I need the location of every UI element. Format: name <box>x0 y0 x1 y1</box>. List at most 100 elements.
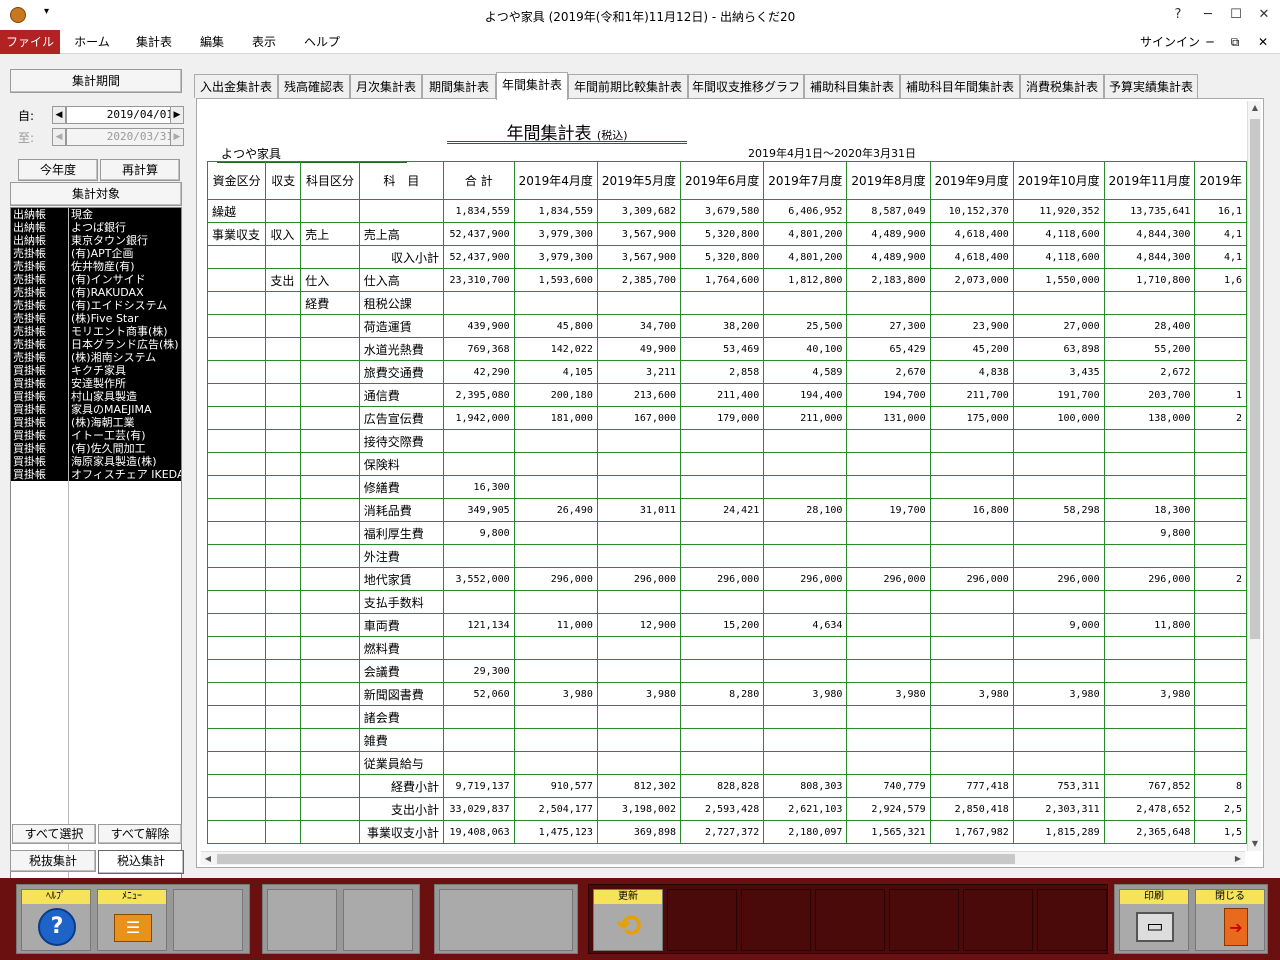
list-item[interactable]: 買掛帳 村山家具製造 <box>11 390 181 403</box>
print-fkey-button[interactable]: 印刷 ▭ <box>1119 889 1189 951</box>
close-fkey-button[interactable]: 閉じる ➔ <box>1195 889 1265 951</box>
target-button[interactable]: 集計対象 <box>10 182 182 206</box>
report-tab[interactable]: 期間集計表 <box>422 74 496 98</box>
report-tab[interactable]: 入出金集計表 <box>194 74 278 98</box>
ribbon-minimize-icon[interactable]: ─ <box>1200 30 1220 54</box>
tab-edit[interactable]: 編集 <box>190 30 234 54</box>
from-next-arrow-icon[interactable]: ▶ <box>170 106 184 124</box>
list-item[interactable]: 出納帳 よつば銀行 <box>11 221 181 234</box>
tab-home[interactable]: ホーム <box>66 30 118 54</box>
report-tab[interactable]: 消費税集計表 <box>1020 74 1104 98</box>
list-item[interactable]: 売掛帳 モリエント商事(株) <box>11 325 181 338</box>
to-next-arrow-icon[interactable]: ▶ <box>170 128 184 146</box>
income-expense-cell <box>265 383 302 407</box>
list-item[interactable]: 売掛帳 (有)APT企画 <box>11 247 181 260</box>
refresh-fkey-button[interactable]: 更新 ⟲ <box>593 889 663 951</box>
list-item[interactable]: 売掛帳 (株)Five Star <box>11 312 181 325</box>
month-value-cell: 6,406,952 <box>763 199 848 223</box>
to-prev-arrow-icon[interactable]: ◀ <box>52 128 66 146</box>
ribbon-tabs: ファイル ホーム 集計表 編集 表示 ヘルプ サインイン ─ ⧉ ✕ <box>0 30 1280 54</box>
month-value-cell <box>1194 705 1247 729</box>
horizontal-scrollbar[interactable]: ◀ ▶ <box>201 851 1245 865</box>
scroll-up-icon[interactable]: ▲ <box>1248 101 1262 115</box>
list-item[interactable]: 売掛帳 佐井物産(有) <box>11 260 181 273</box>
target-book-type: 買掛帳 <box>13 442 46 455</box>
signin-link[interactable]: サインイン <box>1140 30 1200 54</box>
scroll-right-icon[interactable]: ▶ <box>1231 852 1245 866</box>
report-tab[interactable]: 月次集計表 <box>350 74 422 98</box>
list-item[interactable]: 買掛帳 キクチ家具 <box>11 364 181 377</box>
close-window-button[interactable]: ✕ <box>1246 0 1280 30</box>
scroll-down-icon[interactable]: ▼ <box>1248 837 1262 851</box>
vertical-scroll-thumb[interactable] <box>1250 119 1260 639</box>
table-row: 保険料 <box>207 452 1247 476</box>
month-value-cell: 2,365,648 <box>1103 820 1196 844</box>
list-item[interactable]: 買掛帳 海原家具製造(株) <box>11 455 181 468</box>
month-value-cell <box>680 590 765 614</box>
month-value-cell <box>846 521 931 545</box>
month-value-cell: 15,200 <box>680 613 765 637</box>
select-all-button[interactable]: すべて選択 <box>12 824 96 844</box>
list-item[interactable]: 買掛帳 (株)海朝工業 <box>11 416 181 429</box>
tax-included-button[interactable]: 税込集計 <box>98 850 184 874</box>
deselect-all-button[interactable]: すべて解除 <box>98 824 182 844</box>
month-value-cell <box>1103 751 1196 775</box>
account-category-cell <box>300 383 360 407</box>
month-value-cell <box>680 291 765 315</box>
tab-summary[interactable]: 集計表 <box>126 30 182 54</box>
vertical-scrollbar[interactable]: ▲ ▼ <box>1247 101 1261 851</box>
tab-file[interactable]: ファイル <box>0 30 60 54</box>
target-list[interactable]: 出納帳 現金 出納帳 よつば銀行 出納帳 東京タウン銀行 売掛帳 (有)APT企画 売掛帳 佐井物… <box>10 207 182 887</box>
account-cell: 修繕費 <box>358 475 444 499</box>
tab-help[interactable]: ヘルプ <box>296 30 348 54</box>
list-item[interactable]: 出納帳 現金 <box>11 208 181 221</box>
list-item[interactable]: 買掛帳 家具のMAEJIMA <box>11 403 181 416</box>
to-date-field[interactable]: 2020/03/31 <box>66 128 178 146</box>
fkey-group-3 <box>434 884 578 954</box>
list-item[interactable]: 売掛帳 (有)エイドシステム <box>11 299 181 312</box>
report-tab[interactable]: 年間前期比較集計表 <box>568 74 688 98</box>
report-tab[interactable]: 予算実績集計表 <box>1104 74 1198 98</box>
period-button[interactable]: 集計期間 <box>10 69 182 93</box>
month-value-cell: 194,700 <box>846 383 931 407</box>
report-tab[interactable]: 残高確認表 <box>278 74 350 98</box>
ribbon-restore-icon[interactable]: ⧉ <box>1224 30 1246 54</box>
list-item[interactable]: 売掛帳 日本グランド広告(株) <box>11 338 181 351</box>
total-cell: 769,368 <box>442 337 515 361</box>
month-value-cell: 3,980 <box>513 682 598 706</box>
printer-icon: ▭ <box>1136 912 1174 942</box>
list-item[interactable]: 買掛帳 安達製作所 <box>11 377 181 390</box>
list-item[interactable]: 売掛帳 (有)RAKUDAX <box>11 286 181 299</box>
report-tab[interactable]: 補助科目集計表 <box>804 74 900 98</box>
account-category-cell <box>300 429 360 453</box>
list-item[interactable]: 売掛帳 (株)湘南システム <box>11 351 181 364</box>
list-item[interactable]: 売掛帳 (有)インサイド <box>11 273 181 286</box>
month-value-cell: 2,478,652 <box>1103 797 1196 821</box>
report-tab[interactable]: 年間収支推移グラフ <box>688 74 804 98</box>
recalc-button[interactable]: 再計算 <box>100 159 180 181</box>
report-tab[interactable]: 年間集計表 <box>496 72 568 100</box>
to-label: 至: <box>18 131 35 145</box>
ribbon-close-icon[interactable]: ✕ <box>1252 30 1274 54</box>
account-category-cell <box>300 452 360 476</box>
scroll-left-icon[interactable]: ◀ <box>201 852 215 866</box>
report-tab[interactable]: 補助科目年間集計表 <box>900 74 1020 98</box>
list-item[interactable]: 買掛帳 (有)佐久間加工 <box>11 442 181 455</box>
month-value-cell <box>596 521 682 545</box>
month-value-cell: 4,489,900 <box>846 245 931 269</box>
horizontal-scroll-thumb[interactable] <box>217 854 1015 864</box>
list-item[interactable]: 買掛帳 オフィスチェア IKEDA <box>11 468 181 481</box>
list-item[interactable]: 買掛帳 イトー工芸(有) <box>11 429 181 442</box>
from-prev-arrow-icon[interactable]: ◀ <box>52 106 66 124</box>
from-date-field[interactable]: 2019/04/01 <box>66 106 178 124</box>
month-value-cell <box>513 659 598 683</box>
menu-fkey-button[interactable]: ﾒﾆｭｰ ☰ <box>97 889 167 951</box>
tax-excluded-button[interactable]: 税抜集計 <box>10 850 96 872</box>
month-value-cell: 4,801,200 <box>763 222 848 246</box>
list-item[interactable]: 出納帳 東京タウン銀行 <box>11 234 181 247</box>
this-year-button[interactable]: 今年度 <box>18 159 98 181</box>
target-account-name: 日本グランド広告(株) <box>71 338 179 351</box>
account-cell: 諸会費 <box>358 705 444 729</box>
help-fkey-button[interactable]: ﾍﾙﾌﾟ ? <box>21 889 91 951</box>
tab-view[interactable]: 表示 <box>242 30 286 54</box>
